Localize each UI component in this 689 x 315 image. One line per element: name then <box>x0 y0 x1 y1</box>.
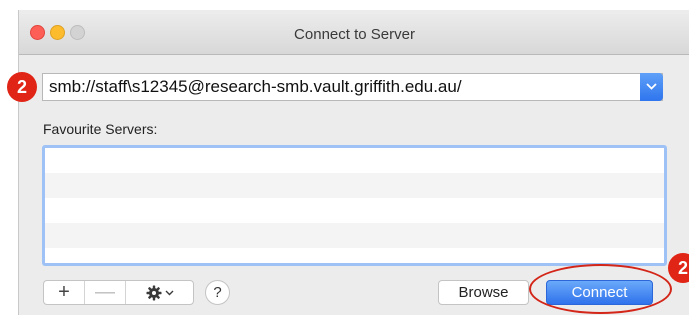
gear-icon <box>146 285 161 300</box>
recent-servers-dropdown-button[interactable] <box>640 73 663 101</box>
chevron-down-icon <box>165 290 173 295</box>
window-title: Connect to Server <box>294 26 415 43</box>
server-address-combobox[interactable]: smb://staff\s12345@research-smb.vault.gr… <box>42 73 663 101</box>
remove-favourite-button[interactable]: — <box>85 281 126 304</box>
chevron-down-icon <box>646 83 657 90</box>
list-row[interactable] <box>45 198 664 223</box>
favourite-servers-label: Favourite Servers: <box>43 121 158 137</box>
favourites-toolbar: + — <box>43 280 194 305</box>
title-bar: Connect to Server <box>19 14 689 55</box>
help-button[interactable]: ? <box>205 280 230 305</box>
server-address-input[interactable]: smb://staff\s12345@research-smb.vault.gr… <box>49 77 462 97</box>
list-row[interactable] <box>45 223 664 248</box>
step-badge: 2 <box>7 72 37 102</box>
action-menu-button[interactable] <box>126 281 193 304</box>
list-row[interactable] <box>45 173 664 198</box>
favourite-servers-list[interactable] <box>42 145 667 266</box>
connect-button[interactable]: Connect <box>546 280 653 305</box>
add-favourite-button[interactable]: + <box>44 281 85 304</box>
list-row[interactable] <box>45 148 664 173</box>
list-row[interactable] <box>45 248 664 263</box>
browse-button[interactable]: Browse <box>438 280 529 305</box>
